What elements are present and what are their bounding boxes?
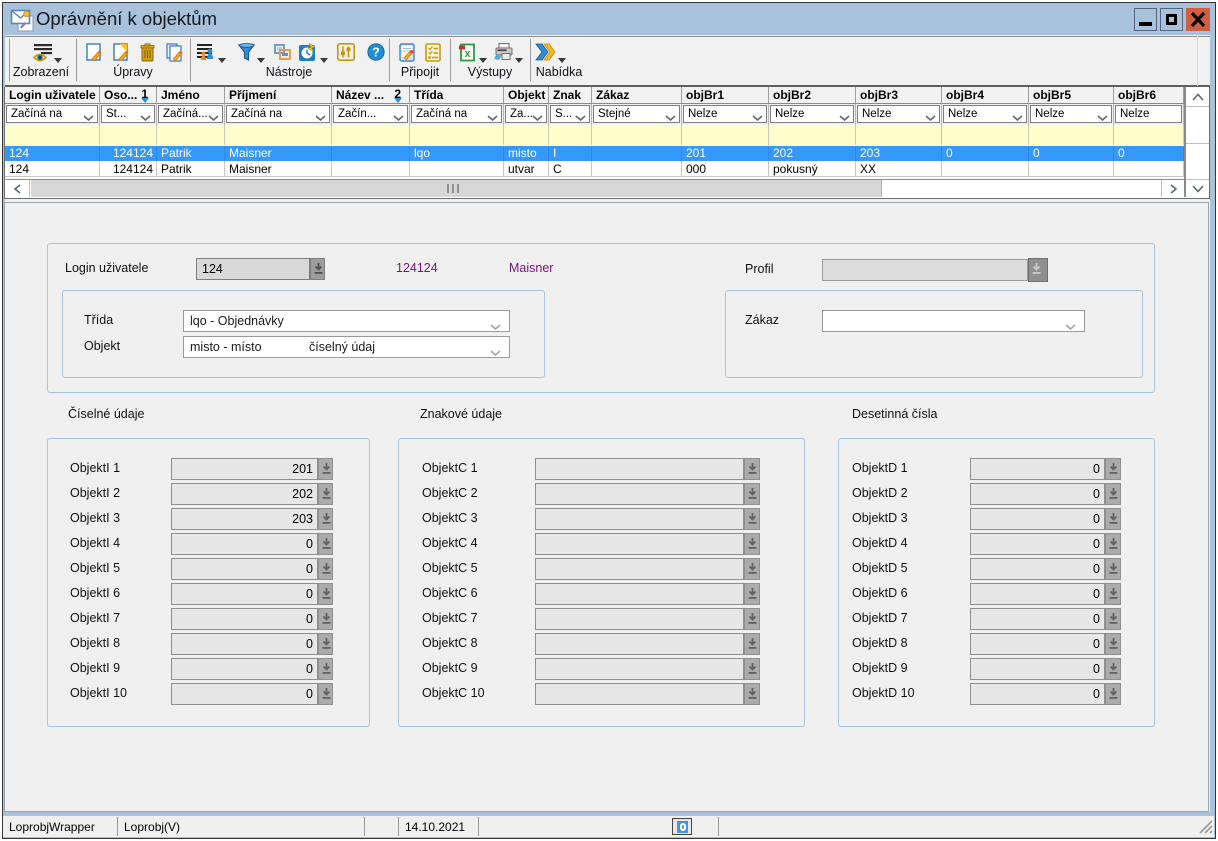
svg-text:?: ? — [372, 46, 380, 60]
svg-text:x: x — [464, 48, 471, 60]
